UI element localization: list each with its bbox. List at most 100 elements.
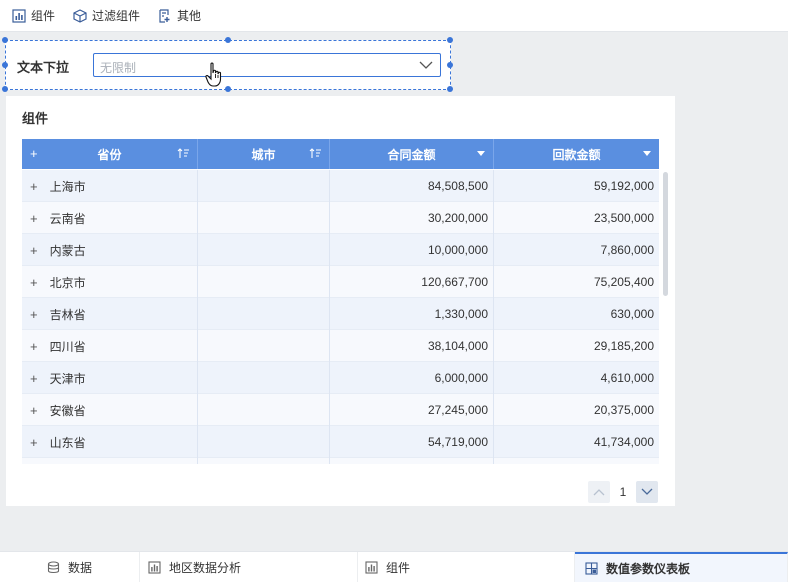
- dropdown-triangle-icon[interactable]: [643, 151, 651, 156]
- table-row: + 吉林省 1,330,000 630,000: [22, 298, 659, 330]
- payment-cell: 41,734,000: [593, 435, 654, 449]
- tab-components[interactable]: 组件: [358, 552, 575, 582]
- resize-handle[interactable]: [225, 37, 231, 43]
- city-cell: [198, 362, 330, 394]
- table-row: + 内蒙古 10,000,000 7,860,000: [22, 234, 659, 266]
- expand-row-icon[interactable]: +: [30, 243, 38, 258]
- tab-region-analysis[interactable]: 地区数据分析: [140, 552, 358, 582]
- tab-numeric-param-dashboard[interactable]: 数值参数仪表板: [575, 552, 788, 582]
- contract-cell: 84,508,500: [330, 170, 494, 202]
- city-cell: [198, 202, 330, 234]
- province-cell: 山东省: [49, 435, 86, 450]
- payment-cell: 29,185,200: [593, 339, 654, 353]
- payment-cell: 23,500,000: [593, 211, 654, 225]
- expand-row-icon[interactable]: +: [30, 435, 38, 450]
- city-cell: [198, 170, 330, 202]
- toolbar-components-label: 组件: [31, 9, 56, 23]
- tab-label: 组件: [386, 560, 411, 575]
- expand-all-icon[interactable]: +: [30, 146, 38, 161]
- prev-page-button[interactable]: [588, 481, 610, 503]
- toolbar-filter-components-label: 过滤组件: [92, 9, 141, 23]
- filter-label: 文本下拉: [17, 60, 70, 75]
- payment-cell: 630,000: [610, 307, 654, 321]
- top-toolbar: 组件 过滤组件 其他: [0, 0, 788, 32]
- contract-cell: 120,667,700: [330, 266, 494, 298]
- text-dropdown-select[interactable]: 无限制: [93, 53, 441, 77]
- payment-cell: 75,205,400: [593, 275, 654, 289]
- dropdown-placeholder: 无限制: [100, 61, 137, 75]
- table-row: + 北京市 120,667,700 75,205,400: [22, 266, 659, 298]
- bar-chart-icon: [148, 560, 161, 574]
- column-header-label: 省份: [97, 147, 122, 162]
- table-row: [22, 458, 659, 464]
- column-header-city[interactable]: 城市: [198, 139, 330, 169]
- expand-row-icon[interactable]: +: [30, 275, 38, 290]
- toolbar-other-button[interactable]: 其他: [158, 7, 201, 24]
- payment-cell: 20,375,000: [593, 403, 654, 417]
- table-header: + 省份 城市 合同金额 回款金额: [22, 139, 659, 169]
- resize-handle[interactable]: [447, 37, 453, 43]
- contract-cell: 54,719,000: [330, 426, 494, 458]
- tab-label: 数值参数仪表板: [606, 561, 691, 576]
- province-cell: 北京市: [49, 275, 86, 290]
- expand-row-icon[interactable]: +: [30, 179, 38, 194]
- province-cell: 上海市: [49, 179, 86, 194]
- province-cell: 云南省: [49, 211, 86, 226]
- column-header-contract-amount[interactable]: 合同金额: [330, 139, 494, 169]
- province-cell: 内蒙古: [49, 243, 86, 258]
- expand-row-icon[interactable]: +: [30, 339, 38, 354]
- expand-row-icon[interactable]: +: [30, 371, 38, 386]
- database-icon: [47, 560, 60, 573]
- resize-handle[interactable]: [2, 37, 8, 43]
- payment-cell: 4,610,000: [600, 371, 654, 385]
- toolbar-components-button[interactable]: 组件: [12, 7, 55, 24]
- city-cell: [198, 298, 330, 330]
- city-cell: [198, 394, 330, 426]
- card-title: 组件: [22, 111, 49, 126]
- chevron-up-icon: [593, 489, 605, 496]
- payment-cell: [494, 458, 659, 464]
- sort-icon[interactable]: [309, 148, 322, 159]
- table-scrollbar[interactable]: [663, 172, 668, 296]
- city-cell: [198, 234, 330, 266]
- filter-cube-icon: [73, 8, 87, 23]
- payment-cell: 7,860,000: [600, 243, 654, 257]
- text-dropdown-filter-component[interactable]: 文本下拉 无限制: [2, 37, 453, 92]
- contract-cell: [330, 458, 494, 464]
- toolbar-filter-components-button[interactable]: 过滤组件: [73, 7, 140, 24]
- column-header-payment-amount[interactable]: 回款金额: [494, 139, 659, 169]
- column-header-label: 合同金额: [387, 147, 436, 162]
- table-row: + 天津市 6,000,000 4,610,000: [22, 362, 659, 394]
- province-cell: 吉林省: [49, 307, 86, 322]
- chart-icon: [12, 8, 26, 23]
- city-cell: [198, 266, 330, 298]
- sort-icon[interactable]: [177, 148, 190, 159]
- hand-cursor-icon: [205, 62, 222, 87]
- toolbar-other-label: 其他: [177, 9, 202, 23]
- tab-data[interactable]: 数据: [0, 552, 140, 582]
- contract-cell: 10,000,000: [330, 234, 494, 266]
- dropdown-triangle-icon[interactable]: [477, 151, 485, 156]
- next-page-button[interactable]: [636, 481, 658, 503]
- resize-handle[interactable]: [2, 62, 8, 68]
- table-component-card[interactable]: 组件 + 省份 城市 合同金额 回款金额 + 上海市 84,508,500 59…: [6, 96, 675, 506]
- chevron-down-icon: [419, 61, 433, 69]
- resize-handle[interactable]: [447, 86, 453, 92]
- contract-cell: 30,200,000: [330, 202, 494, 234]
- resize-handle[interactable]: [447, 62, 453, 68]
- column-header-province[interactable]: + 省份: [22, 139, 198, 169]
- resize-handle[interactable]: [2, 86, 8, 92]
- table-row: + 山东省 54,719,000 41,734,000: [22, 426, 659, 458]
- tab-label: 地区数据分析: [169, 560, 242, 575]
- current-page-number: 1: [619, 485, 627, 499]
- table-body: + 上海市 84,508,500 59,192,000 + 云南省 30,200,0…: [22, 170, 659, 464]
- resize-handle[interactable]: [225, 86, 231, 92]
- pagination: 1: [588, 481, 658, 503]
- other-icon: [159, 8, 170, 23]
- table-row: + 安徽省 27,245,000 20,375,000: [22, 394, 659, 426]
- expand-row-icon[interactable]: +: [30, 403, 38, 418]
- expand-row-icon[interactable]: +: [30, 211, 38, 226]
- expand-row-icon[interactable]: +: [30, 307, 38, 322]
- city-cell: [198, 458, 330, 464]
- province-cell: 安徽省: [49, 403, 86, 418]
